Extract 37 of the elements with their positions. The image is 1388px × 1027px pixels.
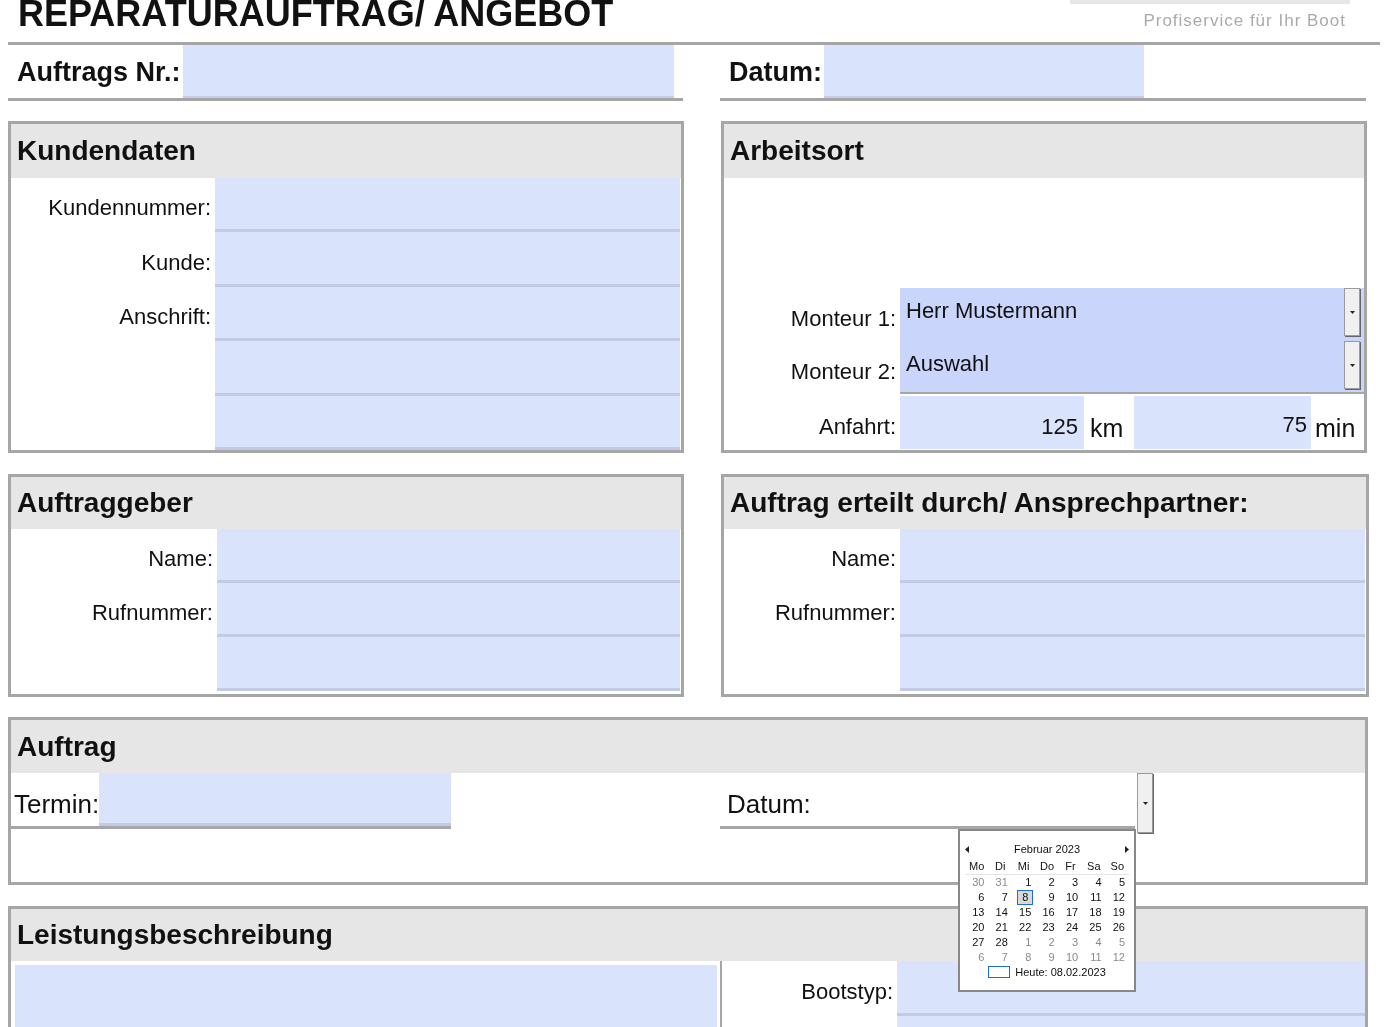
logo-tagline: Profiservice für Ihr Boot [1143, 10, 1346, 32]
section-title: Auftrag [17, 729, 117, 764]
field-label: Monteur 2: [790, 358, 896, 386]
field-value: 125 [1041, 413, 1078, 441]
field-label: Bootstyp: [801, 978, 893, 1006]
dropdown-value: Auswahl [906, 353, 990, 375]
field-label: Kunde: [141, 248, 211, 277]
weekday-label: Mi [1016, 861, 1031, 872]
field-label: Rufnummer: [91, 599, 213, 627]
field-label: Rufnummer: [774, 599, 896, 627]
document-title: REPARATURAUFTRAG/ ANGEBOT [18, 0, 614, 36]
unit-label: min [1314, 412, 1356, 444]
weekday-label: Sa [1086, 861, 1102, 872]
calendar-month: Februar 2023 [1013, 843, 1080, 855]
weekday-label: Di [993, 861, 1007, 872]
field-label: Datum: [728, 55, 823, 89]
field-label: Kundennummer: [48, 194, 211, 222]
weekday-label: Mo [968, 861, 986, 872]
field-label: Anschrift: [119, 303, 211, 331]
section-title: Leistungsbeschreibung [17, 918, 333, 952]
section-title: Auftraggeber [17, 486, 193, 520]
weekday-label: Do [1038, 861, 1055, 872]
field-label: Termin: [13, 788, 100, 821]
weekday-label: Fr [1064, 861, 1077, 872]
field-label: Anfahrt: [818, 413, 896, 441]
field-value: 75 [1282, 411, 1307, 439]
section-title: Kundendaten [17, 133, 196, 168]
section-title: Auftrag erteilt durch/ Ansprechpartner: [730, 486, 1249, 520]
weekday-label: So [1109, 861, 1125, 872]
unit-label: km [1089, 412, 1125, 444]
field-label: Datum: [726, 788, 811, 821]
dropdown-value: Herr Mustermann [906, 300, 1078, 322]
field-label: Monteur 1: [790, 305, 896, 333]
field-label: Name: [831, 545, 896, 573]
field-label: Name: [148, 545, 213, 573]
section-title: Arbeitsort [730, 134, 864, 168]
field-label: Auftrags Nr.: [16, 55, 182, 89]
